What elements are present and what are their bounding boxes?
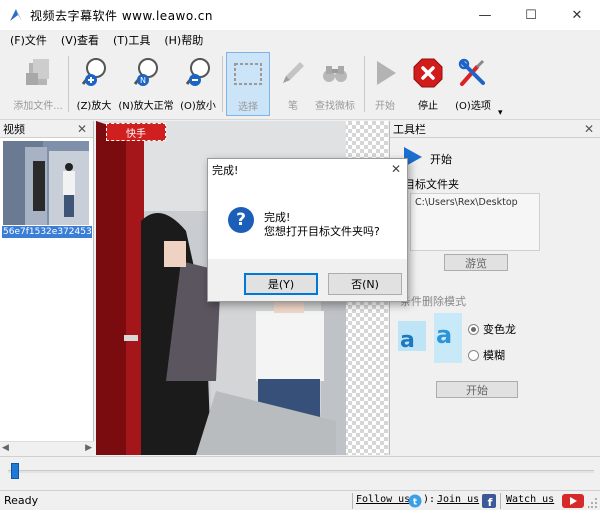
dialog-title-bar: 完成! ✕ <box>208 159 407 181</box>
dialog-message-line2: 您想打开目标文件夹吗? <box>264 225 380 238</box>
zoom-in-button[interactable]: (Z)放大 <box>74 52 114 116</box>
zoom-in-icon <box>81 58 106 86</box>
status-join-prefix: ): <box>423 494 436 505</box>
dialog-footer: 是(Y) 否(N) <box>208 259 407 301</box>
tool-panel-start-label[interactable]: 开始 <box>430 151 452 167</box>
yes-button[interactable]: 是(Y) <box>244 273 318 295</box>
completion-dialog: 完成! ✕ ? 完成! 您想打开目标文件夹吗? 是(Y) 否(N) <box>207 158 408 302</box>
zoom-normal-button[interactable]: N (N)放大正常 <box>118 52 174 116</box>
toolbar: 添加文件... (Z)放大 N (N)放大正常 (O)放小 选择 笔 查找微标 … <box>0 50 600 120</box>
dialog-close-button[interactable]: ✕ <box>391 162 401 176</box>
browse-button[interactable]: 游览 <box>444 254 508 271</box>
app-logo-icon <box>10 9 22 21</box>
video-thumbnail-image <box>3 141 89 225</box>
add-file-button[interactable]: 添加文件... <box>10 52 66 116</box>
radio-blur-indicator[interactable] <box>468 349 479 361</box>
radio-blur[interactable]: 模糊 <box>468 347 505 363</box>
timeline <box>0 456 600 490</box>
youtube-icon[interactable] <box>562 494 584 508</box>
zoom-out-icon <box>185 58 210 86</box>
dialog-title: 完成! <box>212 164 239 177</box>
tools-wrench-screwdriver-icon <box>458 58 485 86</box>
title-bar: 视频去字幕软件 www.leawo.cn — ☐ ✕ <box>0 0 600 30</box>
binoculars-icon <box>323 66 347 82</box>
add-file-icon <box>26 59 49 85</box>
pen-icon <box>283 62 304 83</box>
zoom-normal-icon: N <box>133 58 158 86</box>
tool-panel-title: 工具栏 <box>393 123 426 136</box>
menu-help[interactable]: (H)帮助 <box>164 32 203 48</box>
maximize-button[interactable]: ☐ <box>508 0 554 30</box>
question-icon: ? <box>228 207 254 233</box>
status-bar: Ready Follow us t ): Join us f Watch us <box>0 490 600 510</box>
start-button[interactable]: 开始 <box>368 52 402 116</box>
scroll-right-icon[interactable]: ▶ <box>85 443 92 453</box>
find-logo-button[interactable]: 查找微标 <box>312 52 358 116</box>
options-button[interactable]: (O)选项 <box>450 52 496 116</box>
menu-view[interactable]: (V)查看 <box>61 32 99 48</box>
facebook-icon[interactable]: f <box>482 494 496 508</box>
timeline-slider-thumb[interactable] <box>11 463 19 479</box>
radio-chameleon-indicator[interactable] <box>468 323 479 335</box>
select-tool-button[interactable]: 选择 <box>226 52 270 116</box>
twitter-icon[interactable]: t <box>408 494 422 508</box>
menu-bar: (F)文件 (V)查看 (T)工具 (H)帮助 <box>0 30 600 50</box>
video-panel: 视频 ✕ 56e7f1532e3724530 ◀ ▶ <box>0 121 94 455</box>
pen-tool-button[interactable]: 笔 <box>276 52 310 116</box>
target-folder-label: 目标文件夹 <box>404 178 459 191</box>
status-divider <box>500 493 501 509</box>
svg-text:a: a <box>436 321 452 349</box>
no-button[interactable]: 否(N) <box>328 273 402 295</box>
radio-chameleon[interactable]: 变色龙 <box>468 321 516 337</box>
watch-us-link[interactable]: Watch us <box>506 494 554 505</box>
toolbar-separator <box>68 56 69 112</box>
menu-file[interactable]: (F)文件 <box>10 32 47 48</box>
watermark-text: 快手 <box>126 128 146 140</box>
svg-text:N: N <box>140 76 146 85</box>
tool-panel-header: 工具栏 ✕ <box>390 121 600 138</box>
video-panel-close-button[interactable]: ✕ <box>77 122 87 136</box>
status-divider <box>352 493 353 509</box>
play-icon <box>377 61 396 85</box>
target-folder-path[interactable]: C:\Users\Rex\Desktop <box>410 193 540 251</box>
selection-marquee-icon <box>234 63 262 85</box>
svg-text:a: a <box>400 328 415 353</box>
mode-preview-image: a a <box>398 313 462 363</box>
watermark-selection-box[interactable]: 快手 <box>106 123 166 141</box>
video-panel-scrollbar[interactable]: ◀ ▶ <box>0 441 94 455</box>
stop-icon <box>413 58 443 88</box>
menu-tools[interactable]: (T)工具 <box>113 32 150 48</box>
video-panel-title: 视频 <box>3 123 25 136</box>
resize-grip-icon[interactable] <box>588 497 598 509</box>
delete-mode-label: 条件删除模式 <box>400 295 466 308</box>
window-title: 视频去字幕软件 www.leawo.cn <box>30 8 214 23</box>
toolbar-overflow-icon[interactable]: ▾ <box>498 108 503 118</box>
zoom-out-button[interactable]: (O)放小 <box>178 52 218 116</box>
timeline-track[interactable] <box>8 470 594 473</box>
svg-text:f: f <box>488 496 493 508</box>
apply-start-button[interactable]: 开始 <box>436 381 518 398</box>
tool-panel: 工具栏 ✕ 开始 目标文件夹 C:\Users\Rex\Desktop 游览 条… <box>389 121 600 455</box>
toolbar-separator <box>222 56 223 112</box>
follow-us-link[interactable]: Follow us <box>356 494 410 505</box>
video-item-name[interactable]: 56e7f1532e3724530 <box>2 226 92 238</box>
svg-text:t: t <box>413 498 418 508</box>
video-thumbnail[interactable] <box>3 141 89 225</box>
join-us-link[interactable]: Join us <box>437 494 479 505</box>
toolbar-separator <box>364 56 365 112</box>
scroll-left-icon[interactable]: ◀ <box>2 443 9 453</box>
minimize-button[interactable]: — <box>462 0 508 30</box>
close-window-button[interactable]: ✕ <box>554 0 600 30</box>
status-text: Ready <box>4 494 39 507</box>
video-panel-header: 视频 ✕ <box>0 121 93 138</box>
tool-panel-close-button[interactable]: ✕ <box>584 122 594 136</box>
stop-button[interactable]: 停止 <box>408 52 448 116</box>
